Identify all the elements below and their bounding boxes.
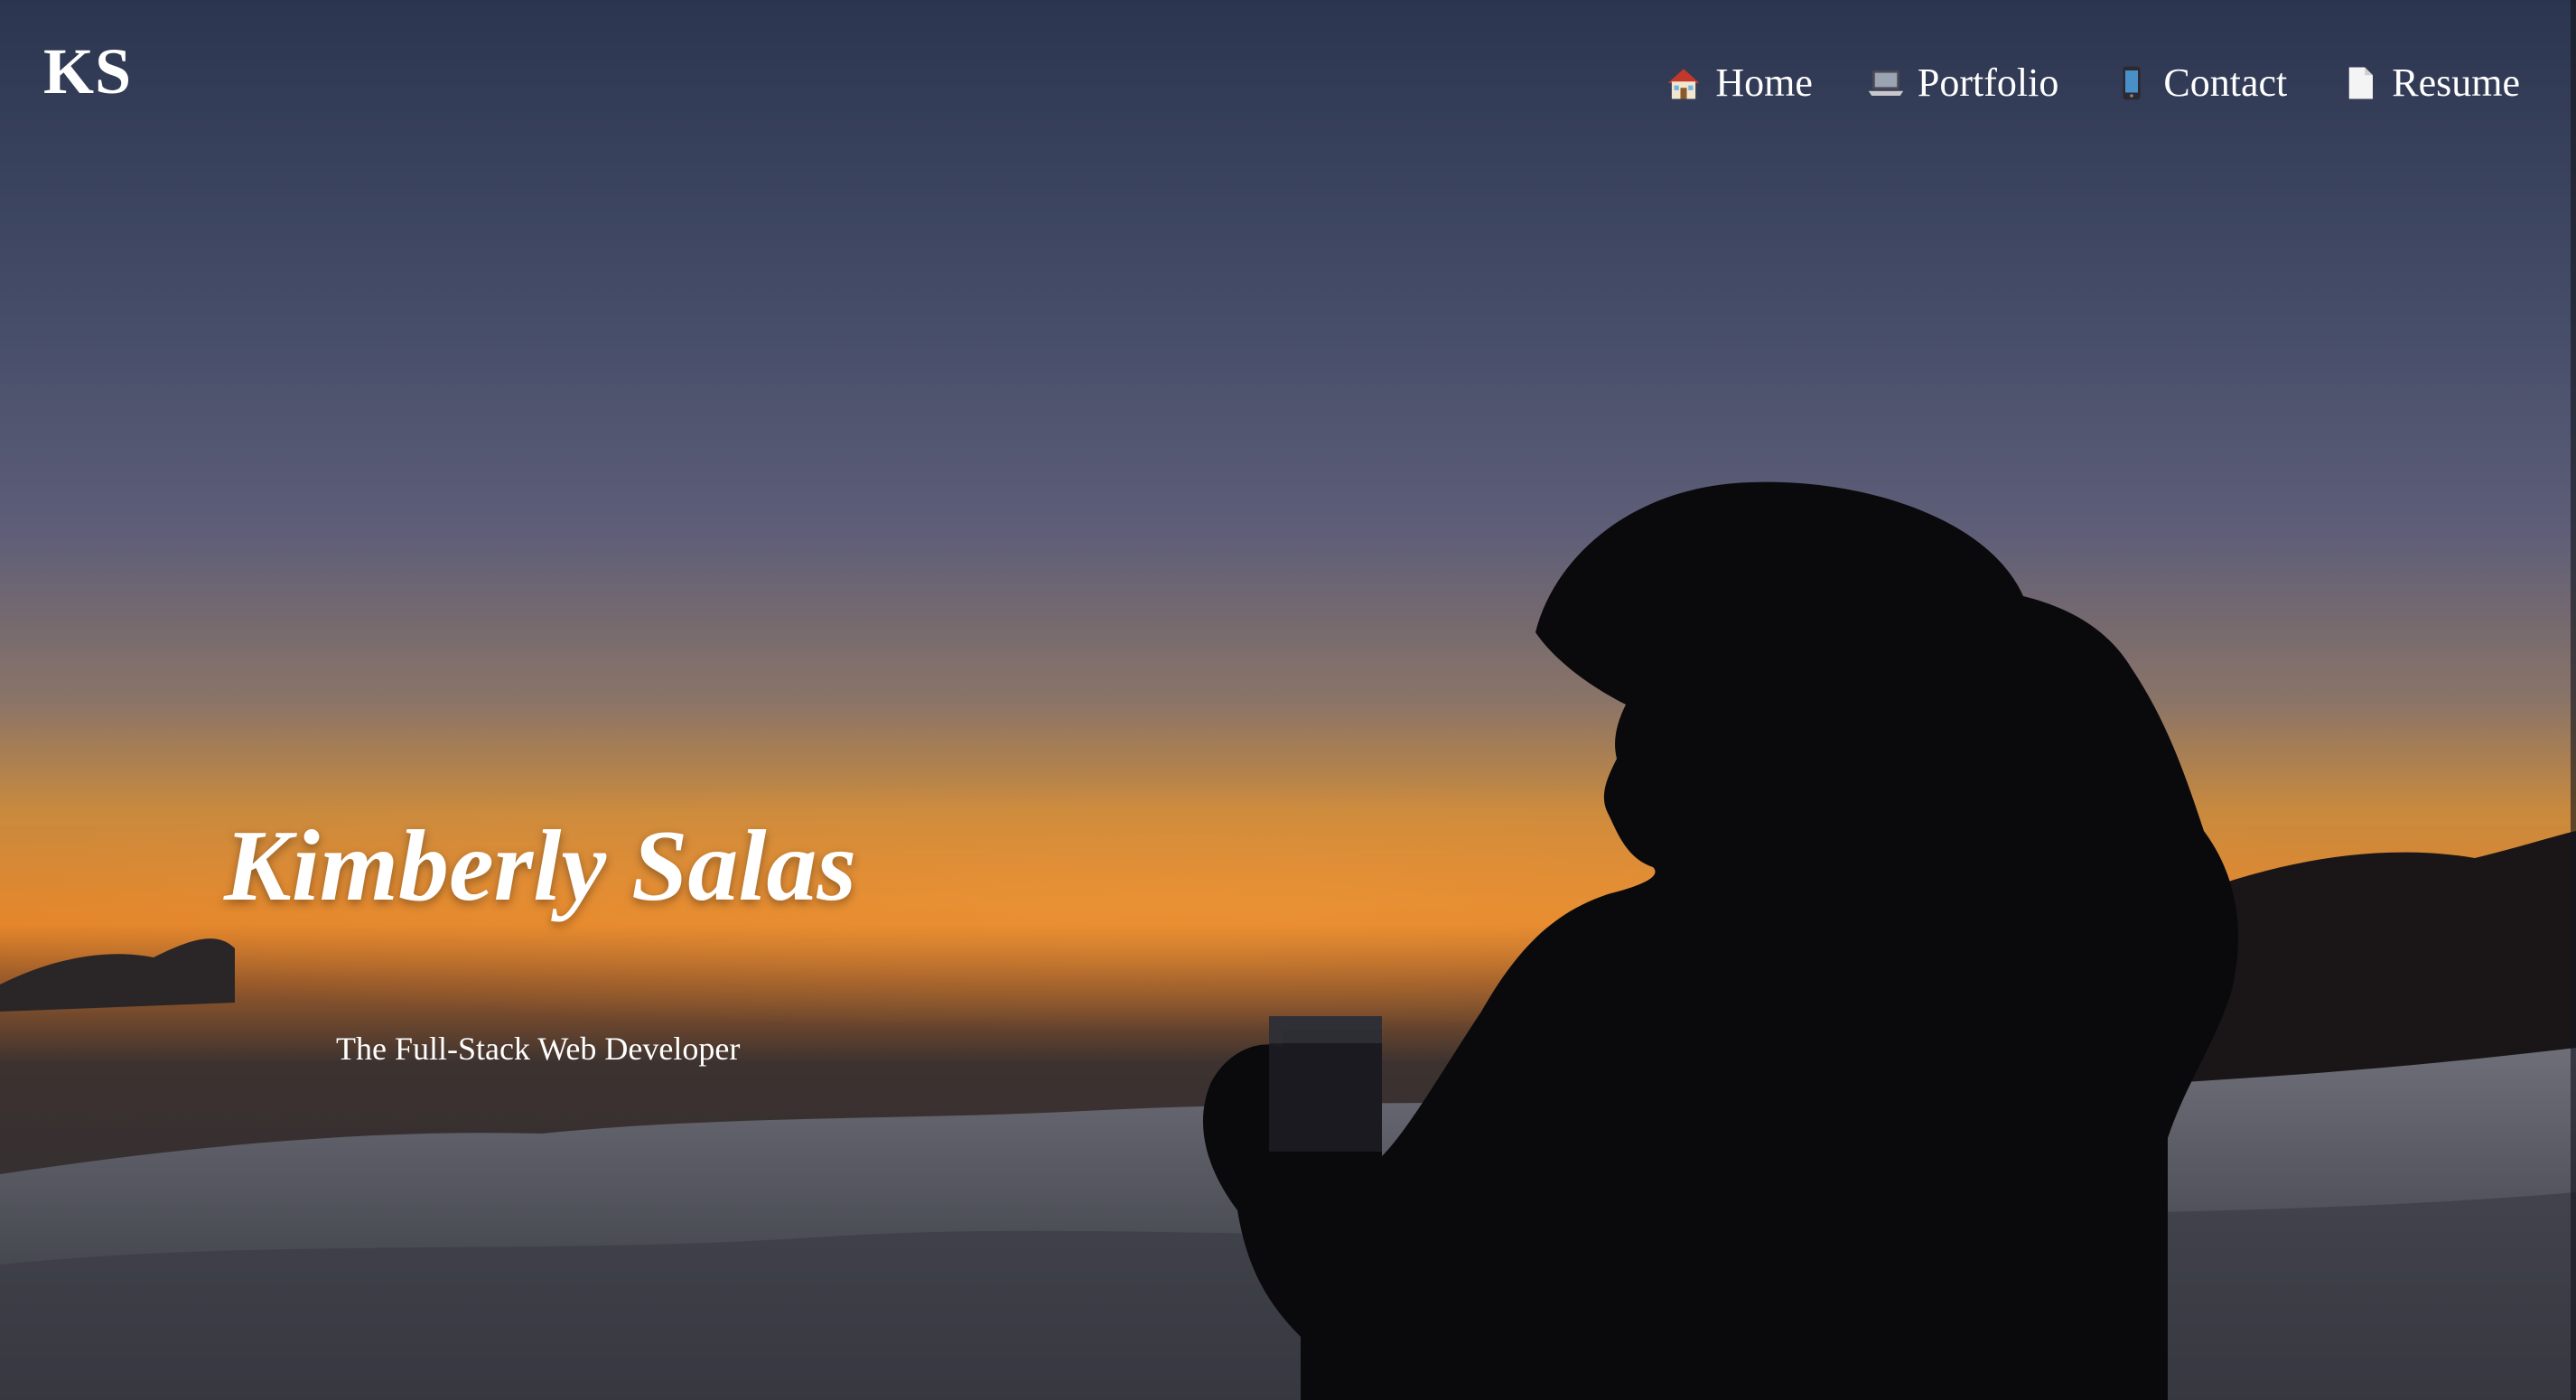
nav-menu: Home Portfolio Contact Resume [1665,60,2520,106]
document-icon [2348,67,2374,98]
mobile-phone-icon [2123,66,2141,99]
nav-item-contact[interactable]: Contact [2113,60,2287,106]
hero-name-heading: Kimberly Salas [224,810,857,922]
laptop-icon [1868,70,1904,96]
house-icon [1667,68,1700,98]
scrollbar[interactable] [2571,0,2576,1400]
top-navigation: KS Home Portfolio Contact Resume [0,0,2576,172]
nav-item-label: Portfolio [1917,61,2059,105]
nav-item-home[interactable]: Home [1665,60,1813,106]
portfolio-page: KS Home Portfolio Contact Resume Kimberl… [0,0,2576,1400]
site-logo[interactable]: KS [43,34,132,109]
nav-item-portfolio[interactable]: Portfolio [1867,60,2058,106]
hero-subtitle: The Full-Stack Web Developer [336,1031,741,1067]
nav-item-label: Resume [2392,61,2520,105]
nav-item-label: Contact [2163,61,2288,105]
hero-background-image [0,0,2576,1400]
nav-item-resume[interactable]: Resume [2341,60,2520,106]
nav-item-label: Home [1715,61,1813,105]
